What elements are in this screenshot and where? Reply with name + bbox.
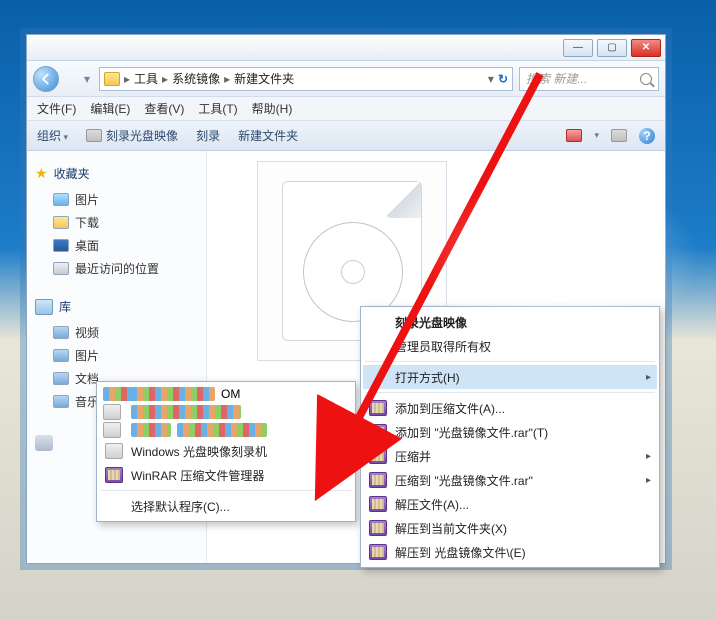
organize-dropdown[interactable]: 组织 xyxy=(37,127,68,144)
menu-item-extract-to[interactable]: 解压到 光盘镜像文件\(E) xyxy=(363,540,657,564)
search-icon xyxy=(640,73,652,85)
music-icon xyxy=(53,395,69,408)
titlebar[interactable]: — ▢ ✕ xyxy=(27,35,665,61)
back-button[interactable] xyxy=(33,66,59,92)
folder-icon xyxy=(104,72,120,86)
burn-image-button[interactable]: 刻录光盘映像 xyxy=(86,127,178,144)
menu-bar: 文件(F) 编辑(E) 查看(V) 工具(T) 帮助(H) xyxy=(27,97,665,121)
menu-item-admin-own[interactable]: 管理员取得所有权 xyxy=(363,334,657,358)
sidebar-item-recent[interactable]: 最近访问的位置 xyxy=(33,257,200,280)
menu-item-extract-here[interactable]: 解压到当前文件夹(X) xyxy=(363,516,657,540)
menu-file[interactable]: 文件(F) xyxy=(37,100,76,117)
star-icon: ★ xyxy=(35,165,48,182)
app-icon xyxy=(103,422,121,438)
menu-item-open-with[interactable]: 打开方式(H) xyxy=(363,365,657,389)
sidebar-item-downloads[interactable]: 下载 xyxy=(33,211,200,234)
menu-item-compress-and[interactable]: 压缩并 xyxy=(363,444,657,468)
breadcrumb[interactable]: 系统镜像 xyxy=(172,70,220,87)
burner-icon xyxy=(105,443,123,459)
menu-item-extract[interactable]: 解压文件(A)... xyxy=(363,492,657,516)
minimize-button[interactable]: — xyxy=(563,39,593,57)
homegroup-icon xyxy=(35,435,53,451)
winrar-icon xyxy=(369,520,387,536)
maximize-button[interactable]: ▢ xyxy=(597,39,627,57)
navigation-row: ▾ ▸ 工具 ▸ 系统镜像 ▸ 新建文件夹 ▾ ↻ 搜索 新建... xyxy=(27,61,665,97)
sidebar-item-video[interactable]: 视频 xyxy=(33,321,200,344)
new-folder-button[interactable]: 新建文件夹 xyxy=(238,127,298,144)
search-placeholder: 搜索 新建... xyxy=(526,70,587,87)
sidebar-item-pictures[interactable]: 图片 xyxy=(33,188,200,211)
menu-item-compress-to-rar[interactable]: 压缩到 "光盘镜像文件.rar" xyxy=(363,468,657,492)
winrar-icon xyxy=(369,496,387,512)
documents-icon xyxy=(53,372,69,385)
libraries-icon xyxy=(35,299,53,315)
breadcrumb[interactable]: 新建文件夹 xyxy=(234,70,294,87)
menu-item-windows-burner[interactable]: Windows 光盘映像刻录机 xyxy=(99,439,353,463)
favorites-header[interactable]: ★收藏夹 xyxy=(35,165,198,182)
view-icon[interactable] xyxy=(566,129,582,142)
menu-item-add-to-rar[interactable]: 添加到 "光盘镜像文件.rar"(T) xyxy=(363,420,657,444)
pictures-icon xyxy=(53,193,69,206)
recent-icon xyxy=(53,262,69,275)
burn-button[interactable]: 刻录 xyxy=(196,127,220,144)
menu-help[interactable]: 帮助(H) xyxy=(252,100,293,117)
breadcrumb[interactable]: 工具 xyxy=(134,70,158,87)
breadcrumb-sep: ▸ xyxy=(124,72,130,86)
search-input[interactable]: 搜索 新建... xyxy=(519,67,659,91)
menu-item-burn-image[interactable]: 刻录光盘映像 xyxy=(363,310,657,334)
menu-item-redacted[interactable]: OM xyxy=(99,385,353,403)
winrar-icon xyxy=(369,448,387,464)
menu-view[interactable]: 查看(V) xyxy=(144,100,184,117)
close-button[interactable]: ✕ xyxy=(631,39,661,57)
toolbar: 组织 刻录光盘映像 刻录 新建文件夹 ▾ ? xyxy=(27,121,665,151)
help-icon[interactable]: ? xyxy=(639,128,655,144)
video-icon xyxy=(53,326,69,339)
menu-item-add-archive[interactable]: 添加到压缩文件(A)... xyxy=(363,396,657,420)
address-dropdown-icon[interactable]: ▾ xyxy=(488,72,494,86)
winrar-icon xyxy=(369,472,387,488)
winrar-icon xyxy=(105,467,123,483)
winrar-icon xyxy=(369,400,387,416)
menu-item-winrar[interactable]: WinRAR 压缩文件管理器 xyxy=(99,463,353,487)
menu-item-redacted[interactable] xyxy=(99,421,353,439)
app-icon xyxy=(103,404,121,420)
menu-item-redacted[interactable] xyxy=(99,403,353,421)
menu-item-choose-default[interactable]: 选择默认程序(C)... xyxy=(99,494,353,518)
desktop-icon xyxy=(53,239,69,252)
sidebar-item-desktop[interactable]: 桌面 xyxy=(33,234,200,257)
winrar-icon xyxy=(369,544,387,560)
pictures-icon xyxy=(53,349,69,362)
downloads-icon xyxy=(53,216,69,229)
preview-pane-icon[interactable] xyxy=(611,129,627,142)
disc-icon xyxy=(86,129,102,142)
context-menu: 刻录光盘映像 管理员取得所有权 打开方式(H) 添加到压缩文件(A)... 添加… xyxy=(360,306,660,568)
libraries-header[interactable]: 库 xyxy=(35,298,198,315)
winrar-icon xyxy=(369,424,387,440)
refresh-icon[interactable]: ↻ xyxy=(498,72,508,86)
sidebar-item-pictures-lib[interactable]: 图片 xyxy=(33,344,200,367)
open-with-submenu: OM Windows 光盘映像刻录机 WinRAR 压缩文件管理器 选择默认程序… xyxy=(96,381,356,522)
menu-edit[interactable]: 编辑(E) xyxy=(90,100,130,117)
menu-tools[interactable]: 工具(T) xyxy=(198,100,237,117)
recent-locations-dropdown[interactable]: ▾ xyxy=(81,69,93,89)
address-bar[interactable]: ▸ 工具 ▸ 系统镜像 ▸ 新建文件夹 ▾ ↻ xyxy=(99,67,513,91)
